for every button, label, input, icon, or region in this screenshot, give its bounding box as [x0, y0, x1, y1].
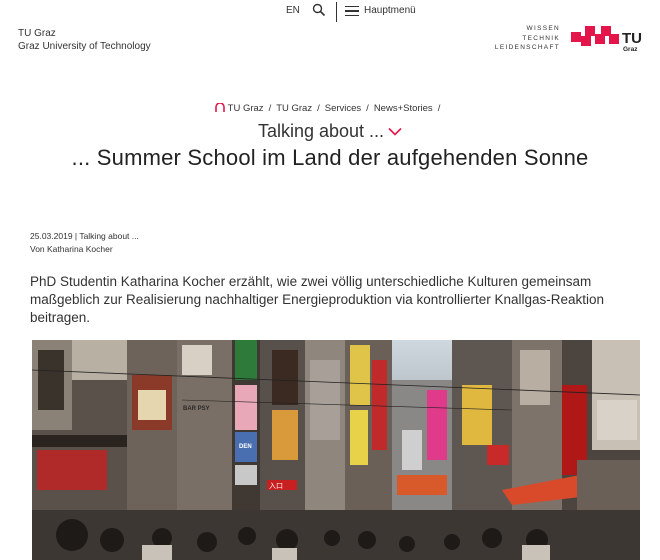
university-name-de: TU Graz: [18, 28, 56, 39]
home-arch-icon: [214, 103, 225, 112]
street-scene-illustration: BAR PSY DEN 入口: [32, 340, 640, 560]
article-date-category: 25.03.2019 | Talking about ...: [30, 231, 139, 241]
logo-text: TU: [622, 30, 642, 47]
section-dropdown[interactable]: Talking about ...: [0, 121, 660, 142]
breadcrumb-item[interactable]: News+Stories: [374, 103, 433, 114]
breadcrumb: TU Graz / TU Graz / Services / News+Stories /: [0, 103, 660, 114]
breadcrumb-item[interactable]: TU Graz: [228, 103, 264, 114]
breadcrumb-item[interactable]: TU Graz: [276, 103, 312, 114]
breadcrumb-separator: /: [437, 103, 441, 114]
article-meta: 25.03.2019 | Talking about ... Von Katha…: [30, 230, 139, 256]
article-hero-image: BAR PSY DEN 入口: [32, 340, 640, 560]
tu-graz-logo[interactable]: TU Graz: [571, 24, 656, 54]
logo-subtext: Graz: [623, 46, 638, 53]
article-lead: PhD Studentin Katharina Kocher erzählt, …: [30, 274, 605, 325]
breadcrumb-separator: /: [366, 103, 369, 114]
breadcrumb-separator: /: [317, 103, 320, 114]
sign-text: DEN: [239, 444, 252, 450]
article-author: Von Katharina Kocher: [30, 244, 113, 254]
university-name-en: Graz University of Technology: [18, 41, 151, 52]
section-title: Talking about ...: [257, 121, 385, 141]
tagline-line: WISSEN: [526, 25, 560, 32]
search-icon[interactable]: [312, 3, 326, 17]
university-name[interactable]: TU Graz Graz University of Technology: [18, 27, 151, 53]
topbar-divider: [336, 2, 337, 22]
page-title: ... Summer School im Land der aufgehende…: [71, 145, 589, 170]
tagline-line: LEIDENSCHAFT: [494, 44, 560, 51]
language-switch[interactable]: EN: [286, 5, 300, 16]
sign-text: 入口: [269, 482, 283, 490]
hamburger-menu-icon[interactable]: [345, 6, 359, 17]
sign-text: BAR PSY: [183, 406, 210, 412]
main-menu-button[interactable]: Hauptmenü: [364, 5, 416, 16]
tagline: WISSEN TECHNIK LEIDENSCHAFT: [490, 24, 560, 53]
breadcrumb-item[interactable]: Services: [325, 103, 361, 114]
tagline-line: TECHNIK: [522, 34, 560, 42]
chevron-down-icon: [388, 127, 402, 136]
breadcrumb-separator: /: [268, 103, 272, 114]
logo-squares: [571, 26, 619, 46]
